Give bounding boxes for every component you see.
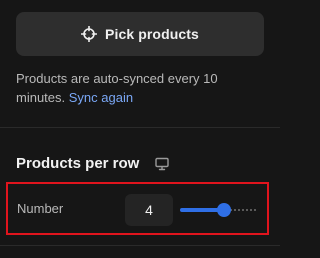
section-divider bbox=[0, 127, 280, 128]
products-per-row-slider[interactable] bbox=[180, 200, 256, 220]
sync-info: Products are auto-synced every 10 minute… bbox=[16, 69, 256, 107]
pick-products-button[interactable]: Pick products bbox=[16, 12, 264, 56]
number-label: Number bbox=[17, 201, 64, 216]
number-setting-row: Number bbox=[6, 182, 269, 235]
sync-again-link[interactable]: Sync again bbox=[69, 90, 133, 105]
slider-track-rest bbox=[230, 209, 256, 211]
products-per-row-header: Products per row bbox=[16, 155, 170, 172]
section-divider-bottom bbox=[0, 245, 280, 246]
slider-thumb[interactable] bbox=[217, 203, 231, 217]
crosshair-icon bbox=[81, 26, 98, 42]
monitor-icon[interactable] bbox=[155, 157, 170, 171]
pick-products-label: Pick products bbox=[105, 26, 199, 42]
section-title: Products per row bbox=[16, 155, 140, 172]
number-input[interactable] bbox=[125, 194, 173, 226]
